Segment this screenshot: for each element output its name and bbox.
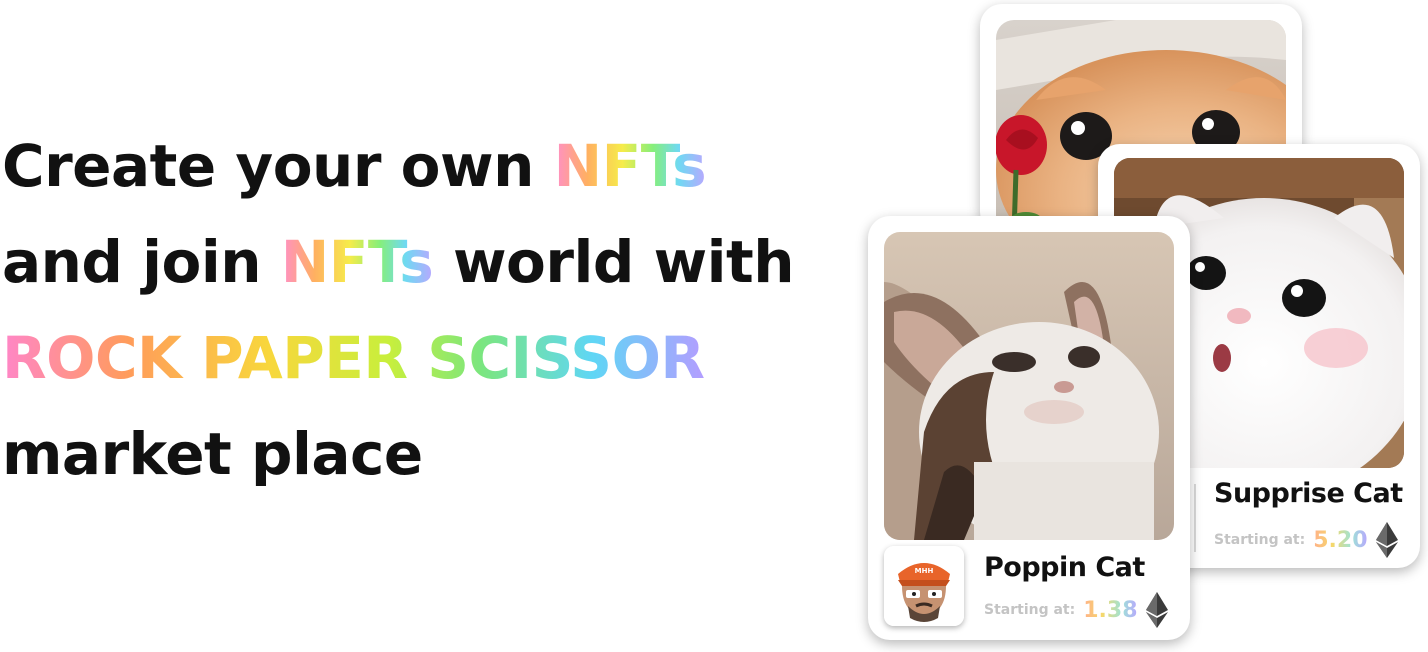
- cat-photo-icon: [884, 232, 1174, 540]
- nfts-highlight: NFTs: [553, 132, 707, 200]
- hero-headline: Create your own NFTs and join NFTs world…: [2, 118, 842, 502]
- card-title: Supprise Cat: [1214, 478, 1403, 509]
- card-title: Poppin Cat: [984, 552, 1145, 583]
- brand-highlight: ROCK PAPER SCISSOR: [2, 324, 705, 392]
- ethereum-icon: [1145, 592, 1168, 628]
- price-label: Starting at:: [984, 602, 1076, 618]
- headline-line-3: ROCK PAPER SCISSOR: [2, 310, 842, 406]
- cat-photo: [884, 232, 1174, 540]
- nft-card-poppin-cat[interactable]: MHH Poppin Cat Starting at: 1.38: [868, 216, 1190, 640]
- headline-line-1: Create your own NFTs: [2, 132, 707, 200]
- hero-section: Create your own NFTs and join NFTs world…: [0, 0, 1428, 652]
- price-row: Starting at: 5.20: [1214, 522, 1398, 558]
- price-value: 5.20: [1313, 527, 1368, 553]
- svg-text:MHH: MHH: [915, 567, 934, 575]
- creator-avatar-icon: MHH: [884, 546, 964, 626]
- price-row: Starting at: 1.38: [984, 592, 1168, 628]
- creator-avatar[interactable]: MHH: [884, 546, 964, 626]
- ethereum-icon: [1375, 522, 1398, 558]
- headline-line-4: market place: [2, 420, 423, 488]
- headline-line-2: and join NFTs world with: [2, 228, 795, 296]
- price-label: Starting at:: [1214, 532, 1306, 548]
- price-value: 1.38: [1083, 597, 1138, 623]
- nfts-highlight: NFTs: [280, 228, 434, 296]
